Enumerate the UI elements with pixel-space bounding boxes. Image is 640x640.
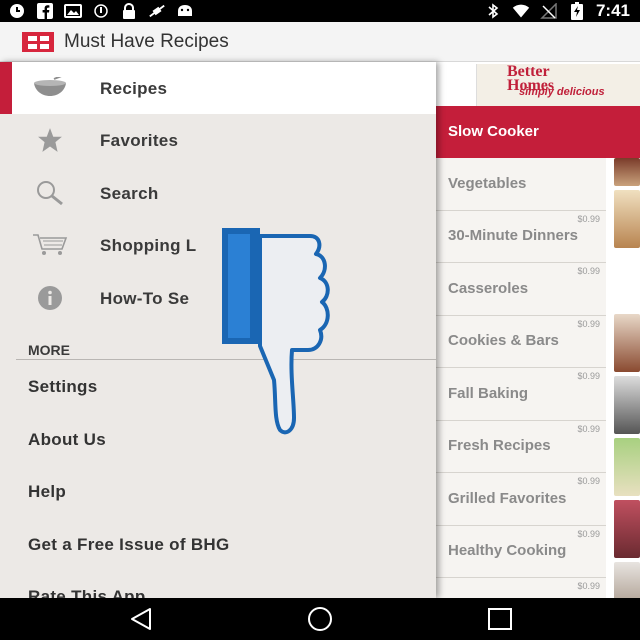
category-item[interactable]: Grilled Favorites $0.99 — [436, 473, 606, 526]
selected-accent — [0, 62, 12, 114]
star-icon — [32, 128, 68, 152]
battery-charging-icon — [568, 2, 586, 20]
category-name: Grilled Favorites — [448, 489, 567, 507]
facebook-icon — [36, 2, 54, 20]
back-icon[interactable] — [126, 606, 156, 632]
recipe-thumbnail[interactable] — [614, 252, 640, 310]
category-price: $0.99 — [577, 476, 600, 486]
android-icon — [176, 2, 194, 20]
category-name: Vegetables — [448, 174, 527, 192]
category-name: Cookies & Bars — [448, 332, 559, 350]
category-panel: Better Homes simply delicious Slow Cooker… — [436, 62, 640, 598]
drawer-item-shopping-list[interactable]: Shopping L — [0, 219, 436, 271]
app-bar: Must Have Recipes — [0, 22, 640, 62]
category-price: $0.99 — [577, 213, 600, 224]
category-label: Slow Cooker — [448, 123, 539, 140]
system-nav-bar — [0, 598, 640, 640]
drawer-item-search[interactable]: Search — [0, 167, 436, 219]
category-price: $0.99 — [577, 423, 600, 434]
drawer-item-label: Recipes — [100, 79, 168, 98]
category-item[interactable]: Fall Baking $0.99 — [436, 368, 606, 421]
more-section-header: MORE — [28, 342, 70, 358]
drawer-item-rate-app[interactable]: Rate This App — [28, 587, 146, 598]
drawer-item-label: Shopping L — [100, 236, 197, 255]
category-price: $0.99 — [577, 528, 600, 539]
category-name: Fresh Recipes — [448, 437, 551, 455]
search-icon — [32, 181, 68, 206]
category-name: Fall Baking — [448, 384, 529, 402]
thumbs-down-icon — [220, 224, 336, 438]
drawer-item-label: Favorites — [100, 131, 179, 150]
drawer-item-free-issue[interactable]: Get a Free Issue of BHG — [28, 535, 230, 555]
category-item[interactable]: Healthy Cooking $0.99 — [436, 525, 606, 578]
status-bar: 7:41 — [0, 0, 640, 22]
category-name: 30-Minute Dinners — [448, 227, 579, 245]
status-bar-notifications — [8, 2, 194, 20]
drawer-item-about-us[interactable]: About Us — [28, 430, 106, 450]
recipe-thumbnail[interactable] — [614, 158, 640, 186]
recipe-thumbnail[interactable] — [614, 500, 640, 558]
navigation-drawer: Recipes Favorites Search Shopping L How-… — [0, 62, 436, 598]
cart-icon — [32, 233, 68, 257]
category-name: Healthy Cooking — [448, 542, 567, 560]
no-satellite-icon — [148, 2, 166, 20]
drawer-item-favorites[interactable]: Favorites — [0, 114, 436, 166]
promo-banner[interactable]: Better Homes simply delicious — [476, 64, 640, 106]
category-list: Vegetables 30-Minute Dinners $0.99 Casser… — [436, 158, 606, 598]
status-time: 7:41 — [595, 1, 630, 20]
recipe-thumbnail[interactable] — [614, 562, 640, 598]
drawer-item-label: Search — [100, 184, 159, 203]
app-logo-icon[interactable] — [22, 32, 54, 52]
category-price: $0.99 — [577, 318, 600, 329]
sync-icon — [92, 2, 110, 20]
clock-icon — [8, 2, 26, 20]
recipe-thumbnail[interactable] — [614, 438, 640, 496]
category-item[interactable]: Cookies & Bars $0.99 — [436, 315, 606, 368]
promo-subtitle: simply delicious — [519, 86, 605, 98]
category-item[interactable]: 30-Minute Dinners $0.99 — [436, 210, 606, 263]
drawer-item-label: How-To Se — [100, 289, 190, 308]
recipe-thumbnail[interactable] — [614, 376, 640, 434]
category-price: $0.99 — [577, 581, 600, 591]
bluetooth-icon — [484, 2, 502, 20]
category-price: $0.99 — [577, 266, 600, 276]
app-title: Must Have Recipes — [64, 31, 229, 52]
info-icon — [32, 286, 68, 310]
category-price: $0.99 — [577, 371, 600, 381]
status-bar-system: 7:41 — [484, 1, 630, 21]
home-icon[interactable] — [305, 606, 335, 632]
recipe-thumbnail[interactable] — [614, 190, 640, 248]
recipe-thumbnail[interactable] — [614, 314, 640, 372]
category-item[interactable]: Vegetables — [436, 158, 606, 211]
category-item[interactable]: $0.99 — [436, 578, 606, 598]
lock-icon — [120, 2, 138, 20]
category-name: Casseroles — [448, 279, 529, 297]
drawer-item-help[interactable]: Help — [28, 482, 66, 502]
recents-icon[interactable] — [485, 606, 515, 632]
recipe-thumbnails — [614, 158, 640, 598]
photo-icon — [64, 2, 82, 20]
wifi-icon — [512, 2, 530, 20]
drawer-item-settings[interactable]: Settings — [28, 377, 97, 397]
no-signal-icon — [540, 2, 558, 20]
bowl-icon — [32, 76, 68, 100]
category-item[interactable]: Fresh Recipes $0.99 — [436, 420, 606, 473]
drawer-item-how-to[interactable]: How-To Se — [0, 272, 436, 324]
category-item[interactable]: Casseroles $0.99 — [436, 263, 606, 316]
drawer-item-recipes[interactable]: Recipes — [0, 62, 436, 114]
category-slow-cooker[interactable]: Slow Cooker — [436, 106, 640, 158]
